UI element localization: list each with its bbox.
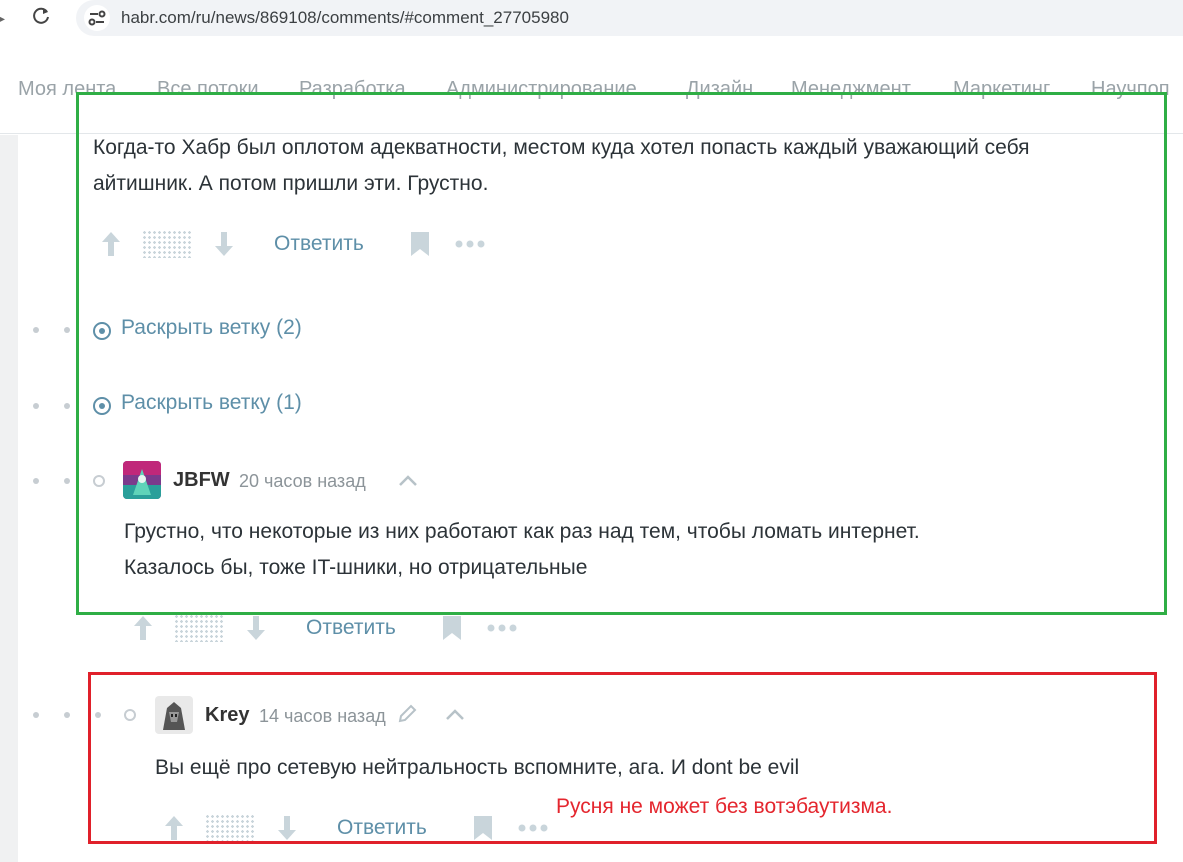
back-arrow-icon[interactable]: ▸ bbox=[0, 10, 5, 27]
thread-line-dot bbox=[33, 403, 39, 409]
bookmark-icon[interactable] bbox=[441, 614, 463, 642]
vote-up-icon[interactable] bbox=[132, 613, 154, 643]
page-left-gutter bbox=[0, 135, 18, 862]
thread-line-dot bbox=[33, 327, 39, 333]
highlight-frame-green bbox=[76, 92, 1167, 615]
thread-line-dot bbox=[64, 403, 70, 409]
annotation-text: Русня не может без вотэбаутизма. bbox=[556, 795, 893, 818]
url-text[interactable]: habr.com/ru/news/869108/comments/#commen… bbox=[121, 8, 569, 28]
vote-down-icon[interactable] bbox=[245, 613, 267, 643]
score-hidden bbox=[174, 614, 224, 642]
thread-line-dot bbox=[64, 478, 70, 484]
thread-line-dot bbox=[33, 478, 39, 484]
thread-line-dot bbox=[33, 712, 39, 718]
thread-line-dot bbox=[64, 327, 70, 333]
browser-toolbar: ▸ habr.com/ru/news/869108/comments/#comm… bbox=[0, 0, 1183, 38]
thread-line-dot bbox=[64, 712, 70, 718]
more-options-icon[interactable] bbox=[486, 623, 520, 633]
site-info-button[interactable] bbox=[84, 5, 110, 31]
reply-button[interactable]: Ответить bbox=[306, 616, 396, 640]
tune-icon bbox=[88, 10, 106, 26]
reload-icon[interactable] bbox=[30, 5, 52, 27]
